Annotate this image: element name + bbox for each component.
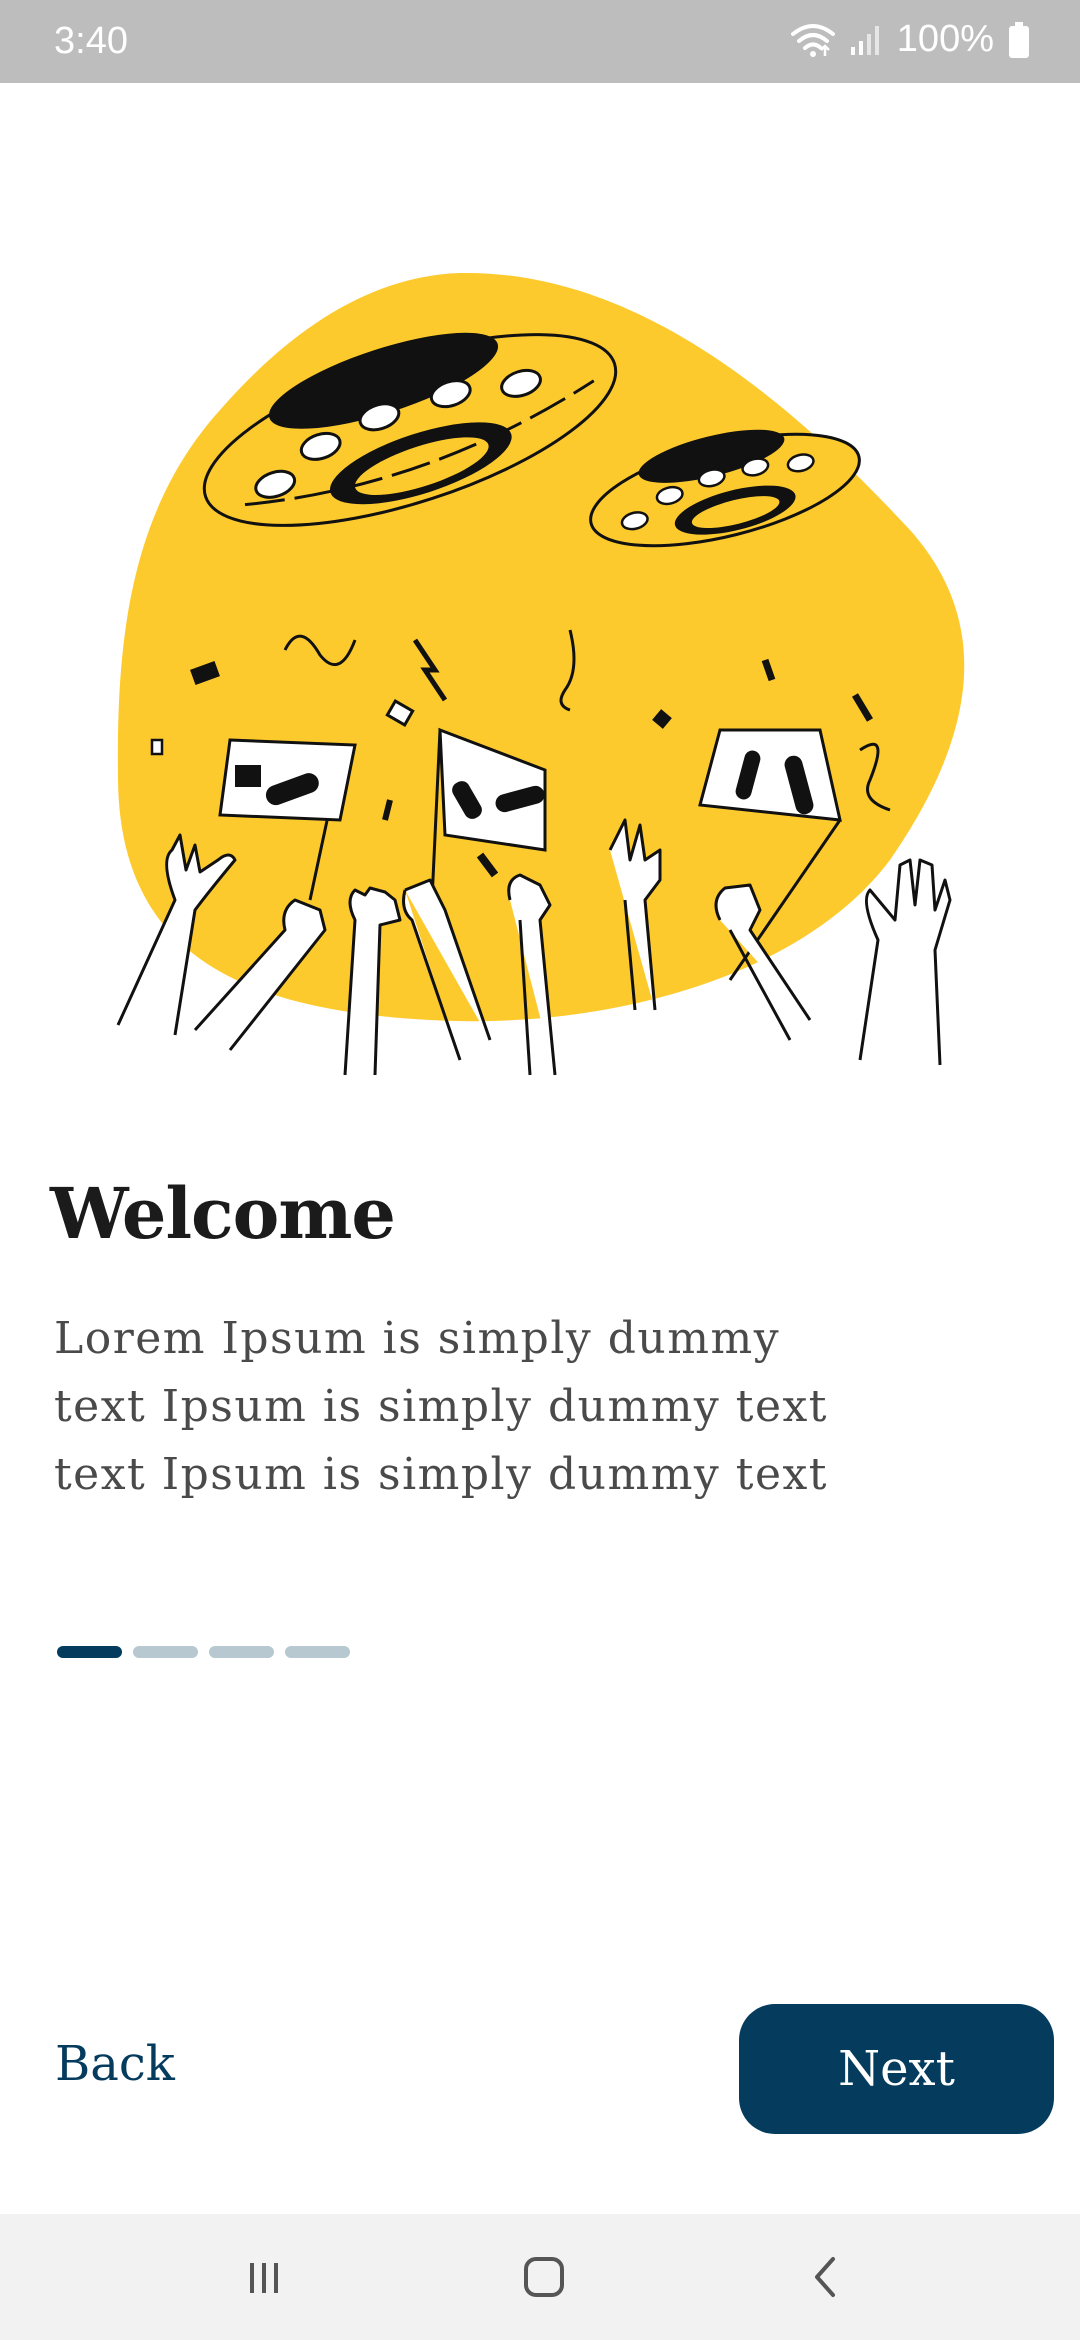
status-bar: 3:40 100%: [0, 0, 1080, 83]
status-time: 3:40: [54, 20, 128, 62]
ufo-celebration-illustration: [100, 260, 980, 1090]
onboarding-title: Welcome: [50, 1172, 396, 1255]
status-icons: 100%: [790, 18, 1030, 61]
next-button-label: Next: [838, 2041, 955, 2097]
onboarding-description: Lorem Ipsum is simply dummy text Ipsum i…: [54, 1313, 828, 1500]
back-button[interactable]: Back: [55, 2036, 175, 2092]
home-icon[interactable]: [514, 2252, 574, 2302]
battery-label: 100%: [896, 18, 994, 60]
wifi-icon: [790, 22, 835, 58]
battery-icon: [1008, 21, 1030, 58]
page-indicator-dot-active: [57, 1646, 122, 1658]
page-indicator-dot: [209, 1646, 274, 1658]
page-indicator: [57, 1646, 350, 1658]
next-button[interactable]: Next: [739, 2004, 1054, 2134]
signal-icon: [849, 23, 883, 57]
system-nav-bar: [0, 2214, 1080, 2340]
back-icon[interactable]: [796, 2252, 856, 2302]
page-indicator-dot: [285, 1646, 350, 1658]
recent-apps-icon[interactable]: [234, 2252, 294, 2302]
page-indicator-dot: [133, 1646, 198, 1658]
